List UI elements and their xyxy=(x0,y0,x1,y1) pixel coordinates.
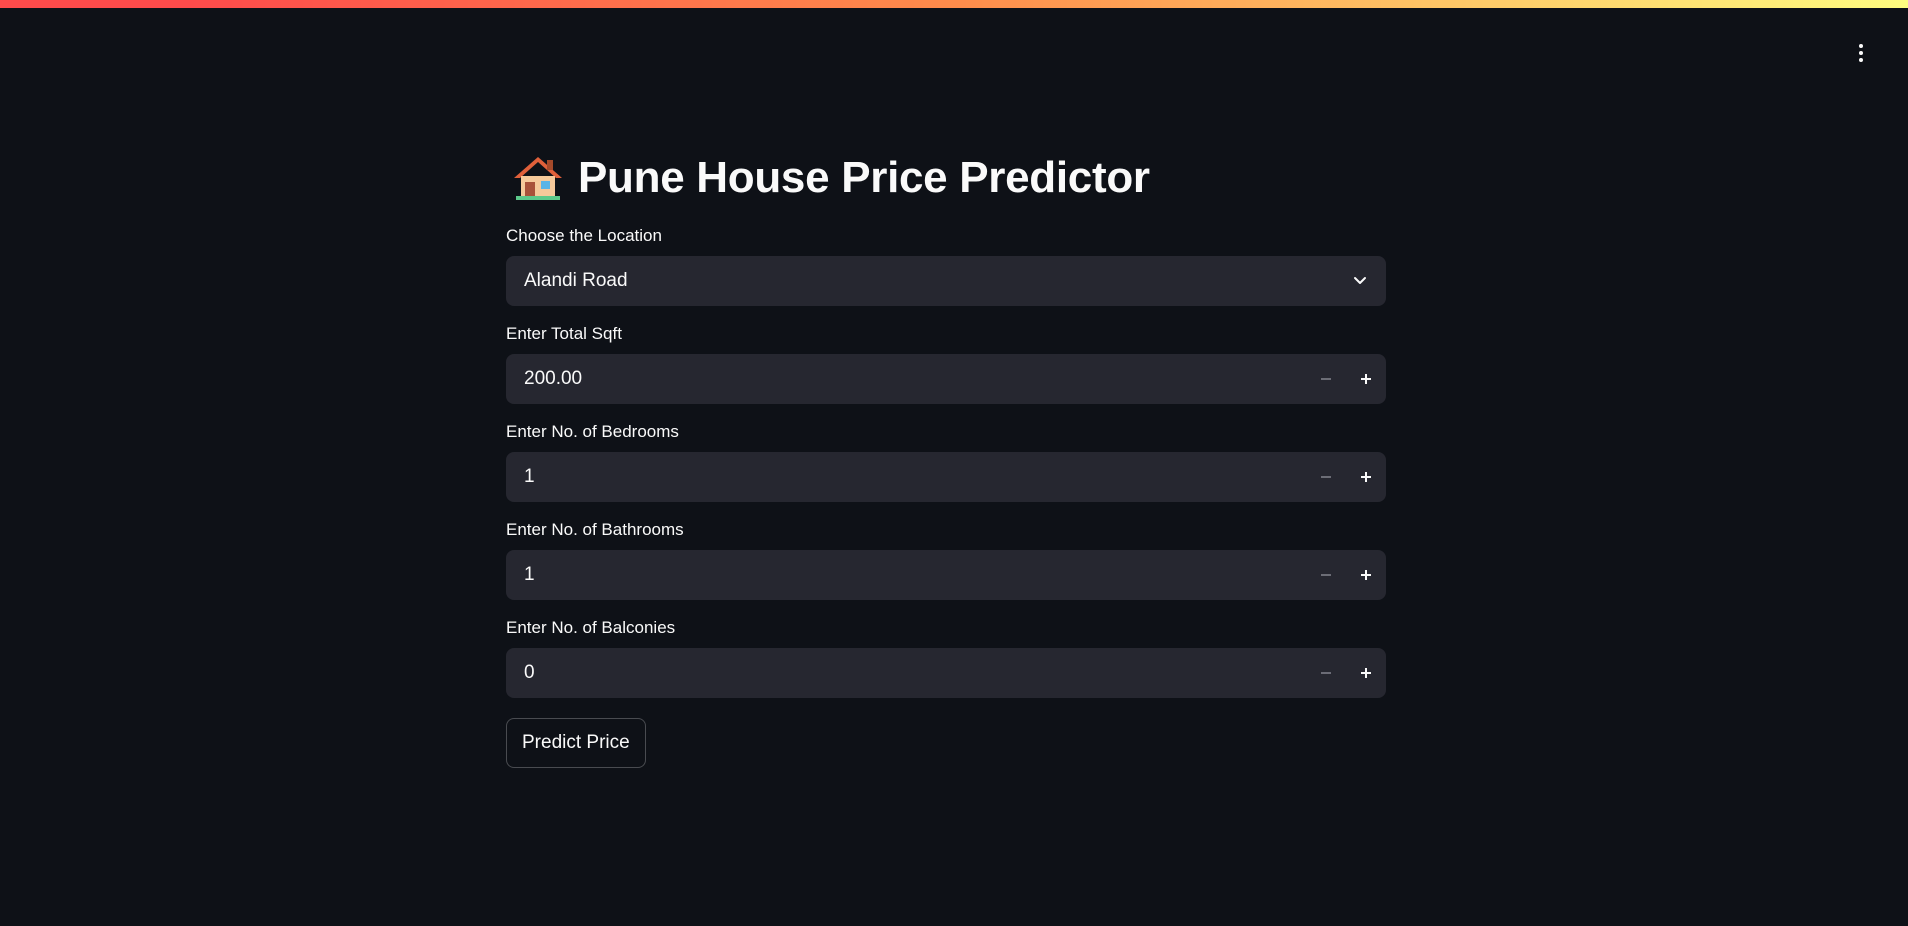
top-decoration-bar xyxy=(0,0,1908,8)
bathrooms-field: Enter No. of Bathrooms xyxy=(506,520,1386,600)
house-icon xyxy=(514,157,562,200)
balconies-label: Enter No. of Balconies xyxy=(506,618,676,637)
bathrooms-decrement-button[interactable] xyxy=(1306,550,1346,600)
balconies-decrement-button[interactable] xyxy=(1306,648,1346,698)
plus-icon xyxy=(1361,668,1371,678)
sqft-increment-button[interactable] xyxy=(1346,354,1386,404)
more-vertical-icon-dot xyxy=(1859,51,1863,55)
minus-icon xyxy=(1321,476,1331,478)
plus-icon xyxy=(1361,374,1371,384)
bathrooms-input[interactable] xyxy=(522,563,1306,587)
predict-price-button[interactable]: Predict Price xyxy=(506,718,646,768)
page-title: Pune House Price Predictor xyxy=(512,150,1386,206)
bedrooms-label: Enter No. of Bedrooms xyxy=(506,422,679,441)
main-menu-button[interactable] xyxy=(1848,40,1874,66)
balconies-field: Enter No. of Balconies xyxy=(506,618,1386,698)
bathrooms-label: Enter No. of Bathrooms xyxy=(506,520,684,539)
main-content: Pune House Price Predictor Choose the Lo… xyxy=(506,140,1386,768)
location-selected-value: Alandi Road xyxy=(524,270,628,291)
bedrooms-stepper xyxy=(506,452,1386,502)
location-select[interactable]: Alandi Road xyxy=(506,256,1386,306)
location-label: Choose the Location xyxy=(506,226,662,245)
location-field: Choose the Location Alandi Road xyxy=(506,226,1386,306)
sqft-decrement-button[interactable] xyxy=(1306,354,1346,404)
minus-icon xyxy=(1321,574,1331,576)
plus-icon xyxy=(1361,472,1371,482)
bathrooms-stepper xyxy=(506,550,1386,600)
bedrooms-increment-button[interactable] xyxy=(1346,452,1386,502)
balconies-stepper xyxy=(506,648,1386,698)
sqft-input[interactable] xyxy=(522,367,1306,391)
minus-icon xyxy=(1321,378,1331,380)
bedrooms-field: Enter No. of Bedrooms xyxy=(506,422,1386,502)
chevron-down-icon xyxy=(1354,277,1366,284)
balconies-input[interactable] xyxy=(522,661,1306,685)
more-vertical-icon-dot xyxy=(1859,58,1863,62)
more-vertical-icon xyxy=(1859,44,1863,48)
sqft-field: Enter Total Sqft xyxy=(506,324,1386,404)
minus-icon xyxy=(1321,672,1331,674)
bedrooms-input[interactable] xyxy=(522,465,1306,489)
page-title-text: Pune House Price Predictor xyxy=(578,153,1150,202)
bathrooms-increment-button[interactable] xyxy=(1346,550,1386,600)
plus-icon xyxy=(1361,570,1371,580)
bedrooms-decrement-button[interactable] xyxy=(1306,452,1346,502)
balconies-increment-button[interactable] xyxy=(1346,648,1386,698)
sqft-stepper xyxy=(506,354,1386,404)
sqft-label: Enter Total Sqft xyxy=(506,324,622,343)
